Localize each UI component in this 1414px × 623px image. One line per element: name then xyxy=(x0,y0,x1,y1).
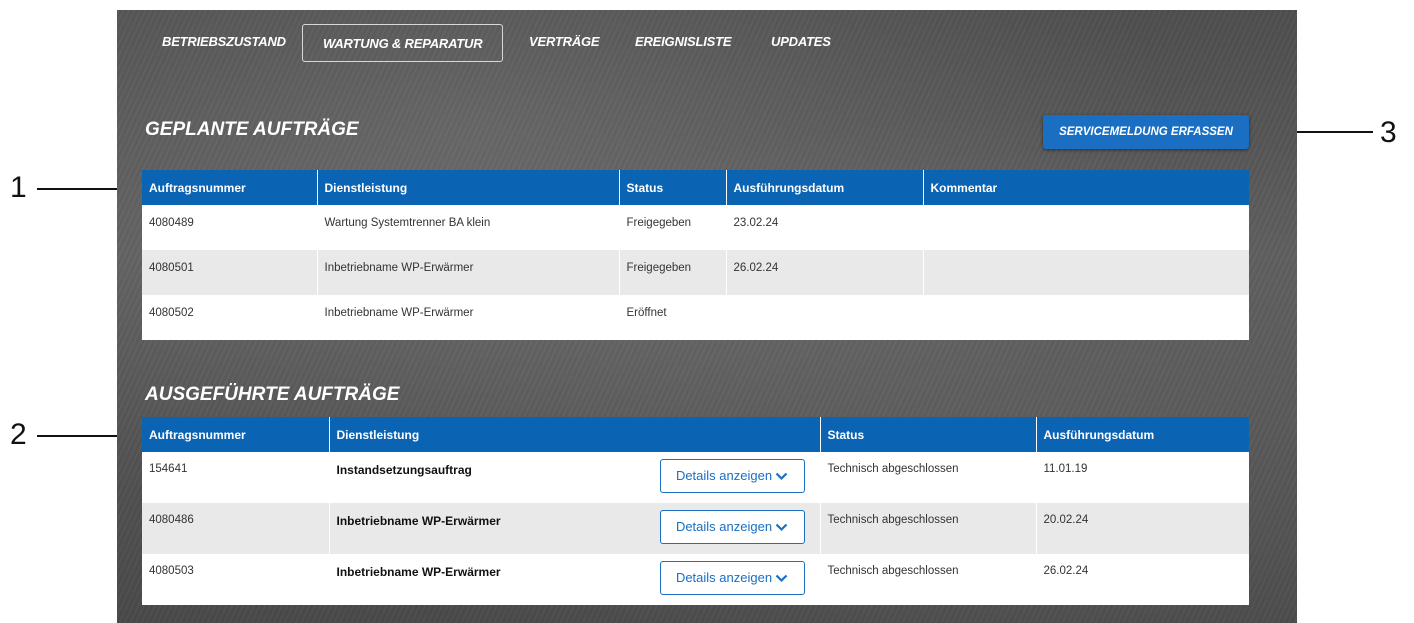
order-comment xyxy=(923,205,1249,250)
service-cell: Instandsetzungsauftrag Details anzeigen xyxy=(329,452,821,503)
chevron-down-icon xyxy=(775,574,788,583)
order-date: 26.02.24 xyxy=(1043,565,1089,577)
order-number: 4080503 xyxy=(142,554,330,605)
col-header-service: Dienstleistung xyxy=(329,417,821,452)
service-cell: Inbetriebname WP-Erwärmer Details anzeig… xyxy=(329,503,821,554)
order-status: Freigegeben xyxy=(619,205,727,250)
order-comment xyxy=(923,295,1249,340)
table-row: 154641 Instandsetzungsauftrag Details an… xyxy=(142,452,1249,503)
service-cell: Inbetriebname WP-Erwärmer Details anzeig… xyxy=(329,554,821,605)
chevron-down-icon xyxy=(775,472,788,481)
order-status: Technisch abgeschlossen xyxy=(820,452,1037,503)
nav-tab-betriebszustand[interactable]: BETRIEBSZUSTAND xyxy=(162,34,286,49)
order-status: Technisch abgeschlossen xyxy=(820,554,1037,605)
service-name: Inbetriebname WP-Erwärmer xyxy=(336,565,501,579)
col-header-order-number: Auftragsnummer xyxy=(142,170,318,205)
order-status: Technisch abgeschlossen xyxy=(820,503,1037,554)
table-header-row: Auftragsnummer Dienstleistung Status Aus… xyxy=(142,417,1249,452)
table-row: 4080486 Inbetriebname WP-Erwärmer Detail… xyxy=(142,503,1249,554)
col-header-status: Status xyxy=(619,170,727,205)
details-label: Details anzeigen xyxy=(675,570,773,585)
order-date: 23.02.24 xyxy=(726,205,924,250)
service-name: Inbetriebname WP-Erwärmer xyxy=(336,514,501,528)
planned-orders-title: GEPLANTE AUFTRÄGE xyxy=(145,119,359,140)
service-report-button[interactable]: SERVICEMELDUNG ERFASSEN xyxy=(1043,115,1249,149)
nav-tab-wartung-reparatur[interactable]: WARTUNG & REPARATUR xyxy=(302,24,504,62)
nav-tab-ereignisliste[interactable]: EREIGNISLISTE xyxy=(635,34,732,49)
order-date: 26.02.24 xyxy=(726,250,924,295)
col-header-date: Ausführungsdatum xyxy=(726,170,924,205)
service-name: Wartung Systemtrenner BA klein xyxy=(317,205,620,250)
callout-2: 2 xyxy=(10,418,27,451)
table-row: 4080503 Inbetriebname WP-Erwärmer Detail… xyxy=(142,554,1249,605)
col-header-service: Dienstleistung xyxy=(317,170,620,205)
details-button[interactable]: Details anzeigen xyxy=(659,561,805,595)
col-header-status: Status xyxy=(820,417,1037,452)
order-date: 20.02.24 xyxy=(1036,503,1249,554)
order-status: Freigegeben xyxy=(619,250,727,295)
details-button[interactable]: Details anzeigen xyxy=(659,510,805,544)
order-number: 4080489 xyxy=(142,205,318,250)
details-label: Details anzeigen xyxy=(675,519,773,534)
nav-tab-vertraege[interactable]: VERTRÄGE xyxy=(529,34,600,49)
order-status: Eröffnet xyxy=(619,295,727,340)
order-comment xyxy=(923,250,1249,295)
col-header-order-number: Auftragsnummer xyxy=(142,417,330,452)
chevron-down-icon xyxy=(775,523,788,532)
service-name: Inbetriebname WP-Erwärmer xyxy=(317,295,620,340)
table-row[interactable]: 4080489 Wartung Systemtrenner BA klein F… xyxy=(142,205,1249,250)
col-header-date: Ausführungsdatum xyxy=(1036,417,1249,452)
service-name: Instandsetzungsauftrag xyxy=(336,463,472,477)
maintenance-panel: BETRIEBSZUSTAND WARTUNG & REPARATUR VERT… xyxy=(117,10,1297,623)
details-button[interactable]: Details anzeigen xyxy=(659,459,805,493)
main-nav: BETRIEBSZUSTAND WARTUNG & REPARATUR VERT… xyxy=(117,24,1297,64)
order-number: 4080501 xyxy=(142,250,318,295)
table-row[interactable]: 4080502 Inbetriebname WP-Erwärmer Eröffn… xyxy=(142,295,1249,340)
details-label: Details anzeigen xyxy=(675,468,773,483)
callout-3: 3 xyxy=(1380,116,1397,149)
col-header-comment: Kommentar xyxy=(923,170,1249,205)
executed-orders-title: AUSGEFÜHRTE AUFTRÄGE xyxy=(145,384,400,405)
planned-orders-table: Auftragsnummer Dienstleistung Status Aus… xyxy=(142,170,1249,340)
order-number: 4080486 xyxy=(142,503,330,554)
table-row[interactable]: 4080501 Inbetriebname WP-Erwärmer Freige… xyxy=(142,250,1249,295)
order-number: 4080502 xyxy=(142,295,318,340)
service-name: Inbetriebname WP-Erwärmer xyxy=(317,250,620,295)
executed-orders-table: Auftragsnummer Dienstleistung Status Aus… xyxy=(142,417,1249,605)
order-date xyxy=(726,295,924,340)
order-number: 154641 xyxy=(142,452,330,503)
table-header-row: Auftragsnummer Dienstleistung Status Aus… xyxy=(142,170,1249,205)
nav-tab-updates[interactable]: UPDATES xyxy=(771,34,831,49)
callout-1: 1 xyxy=(10,171,27,204)
order-date: 11.01.19 xyxy=(1043,463,1088,475)
